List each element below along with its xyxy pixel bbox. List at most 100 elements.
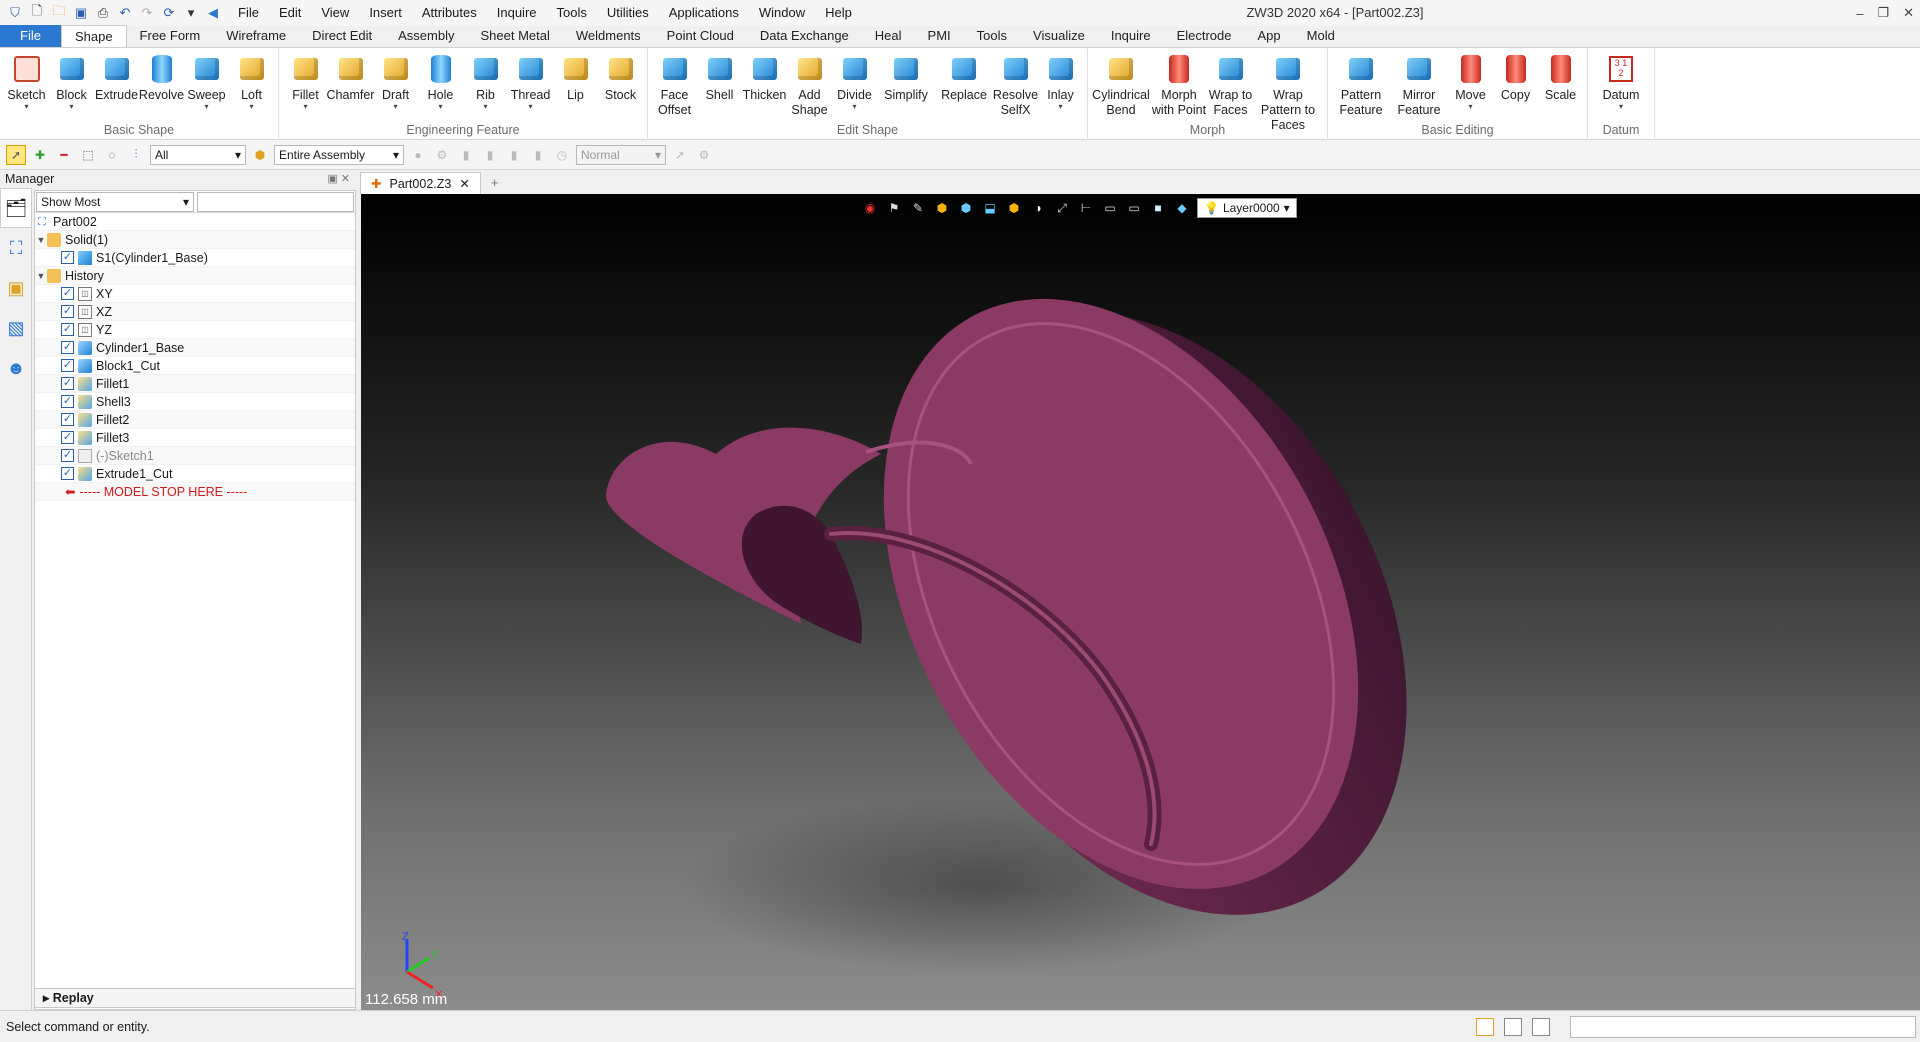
tree-item-cylinder1-base[interactable]: ✓ Cylinder1_Base [35,339,355,357]
tab-app[interactable]: App [1245,25,1294,47]
tab-inquire[interactable]: Inquire [1098,25,1164,47]
menu-window[interactable]: Window [749,0,815,26]
new-tab-icon[interactable]: + [481,172,509,194]
menu-attributes[interactable]: Attributes [412,0,487,26]
collapse-icon[interactable]: ▼ [35,231,47,249]
collapse-icon[interactable]: ▼ [35,267,47,285]
tree-item-sketch1[interactable]: ✓ (-)Sketch1 [35,447,355,465]
show-filter-dropdown[interactable]: Show Most ▾ [36,192,194,212]
visibility-checkbox[interactable]: ✓ [61,287,74,300]
tree-item-shell3[interactable]: ✓ Shell3 [35,393,355,411]
menu-file[interactable]: File [228,0,269,26]
disabled-tool-icon[interactable]: ● [408,145,428,165]
disabled-tool-icon[interactable]: ▮ [504,145,524,165]
visual-manager-icon[interactable]: ▧ [0,308,32,348]
tab-shape[interactable]: Shape [60,25,127,47]
scope-dropdown[interactable]: Entire Assembly ▾ [274,144,404,165]
tab-pmi[interactable]: PMI [915,25,964,47]
save-icon[interactable]: ▣ [72,4,90,22]
restore-icon[interactable]: ❐ [1877,5,1889,21]
redo-icon[interactable]: ↷ [138,4,156,22]
part-model[interactable] [361,194,1920,1010]
back-arrow-icon[interactable]: ◀ [204,4,222,22]
tab-direct-edit[interactable]: Direct Edit [299,25,385,47]
menu-tools[interactable]: Tools [547,0,597,26]
tree-root[interactable]: ⛶ Part002 [35,213,355,231]
visibility-checkbox[interactable]: ✓ [61,467,74,480]
tree-item-xz[interactable]: ✓ ◫ XZ [35,303,355,321]
visibility-checkbox[interactable]: ✓ [61,323,74,336]
refresh-icon[interactable]: ⟳ [160,4,178,22]
remove-icon[interactable]: ━ [54,145,74,165]
menu-view[interactable]: View [311,0,359,26]
visibility-checkbox[interactable]: ✓ [61,359,74,372]
minimize-icon[interactable]: – [1856,6,1863,21]
disabled-tool-icon[interactable]: ▮ [456,145,476,165]
menu-insert[interactable]: Insert [359,0,412,26]
tree-search-input[interactable] [197,192,354,212]
doc-tab-part002[interactable]: ✚ Part002.Z3 ✕ [360,172,481,194]
tree-item-fillet2[interactable]: ✓ Fillet2 [35,411,355,429]
pick-arrow-icon[interactable]: ➚ [6,144,26,165]
tab-point-cloud[interactable]: Point Cloud [654,25,747,47]
assembly-scope-icon[interactable]: ⬢ [250,145,270,165]
user-icon[interactable]: ☻ [0,348,32,388]
3d-viewport[interactable]: ◉ ⚑ ✎ ⬢ ⬢ ⬓ ⬢ ◑ ⤢ ⊢ ▭ ▭ ■ ◆ 💡 Layer0000 ▾ [361,194,1920,1010]
select-box-icon[interactable]: ⬚ [78,145,98,165]
visibility-checkbox[interactable]: ✓ [61,377,74,390]
tab-electrode[interactable]: Electrode [1164,25,1245,47]
disabled-tool-icon[interactable]: ➚ [670,145,690,165]
visibility-checkbox[interactable]: ✓ [61,305,74,318]
menu-help[interactable]: Help [815,0,862,26]
tree-item-fillet1[interactable]: ✓ Fillet1 [35,375,355,393]
lasso-icon[interactable]: ◌ [102,145,122,165]
manager-pin-close[interactable]: ▣ ✕ [327,170,350,188]
tab-mold[interactable]: Mold [1294,25,1348,47]
new-file-icon[interactable]: 🗋 [28,3,46,22]
customize-dropdown-icon[interactable]: ▾ [182,4,200,22]
visibility-checkbox[interactable]: ✓ [61,413,74,426]
tree-item-yz[interactable]: ✓ ◫ YZ [35,321,355,339]
command-input[interactable] [1570,1016,1916,1038]
tree-item-fillet3[interactable]: ✓ Fillet3 [35,429,355,447]
print-icon[interactable]: ⎙ [94,4,112,22]
display-mode-dropdown[interactable]: Normal ▾ [576,144,666,165]
tree-folder-solid[interactable]: ▼ Solid(1) [35,231,355,249]
history-manager-icon[interactable]: 🗂 [0,188,32,228]
tree-item-extrude1-cut[interactable]: ✓ Extrude1_Cut [35,465,355,483]
tree-folder-history[interactable]: ▼ History [35,267,355,285]
tree-item-xy[interactable]: ✓ ◫ XY [35,285,355,303]
disabled-tool-icon[interactable]: ⚙ [432,145,452,165]
screen-icon[interactable] [1504,1018,1522,1036]
visibility-checkbox[interactable]: ✓ [61,395,74,408]
filter-icon[interactable]: ⫶ [126,145,146,165]
tab-data-exchange[interactable]: Data Exchange [747,25,862,47]
close-tab-icon[interactable]: ✕ [459,173,469,194]
open-folder-icon[interactable]: 🗀 [50,3,68,22]
visibility-checkbox[interactable]: ✓ [61,341,74,354]
list-icon[interactable] [1532,1018,1550,1036]
menu-edit[interactable]: Edit [269,0,311,26]
tab-file[interactable]: File [0,25,61,47]
undo-icon[interactable]: ↶ [116,4,134,22]
disabled-tool-icon[interactable]: ▮ [480,145,500,165]
assembly-manager-icon[interactable]: ⛶ [0,228,32,268]
menu-inquire[interactable]: Inquire [487,0,547,26]
visibility-checkbox[interactable]: ✓ [61,449,74,462]
tab-tools[interactable]: Tools [964,25,1020,47]
menu-utilities[interactable]: Utilities [597,0,659,26]
tab-visualize[interactable]: Visualize [1020,25,1098,47]
disabled-tool-icon[interactable]: ◷ [552,145,572,165]
tab-heal[interactable]: Heal [862,25,915,47]
menu-applications[interactable]: Applications [659,0,749,26]
tab-weldments[interactable]: Weldments [563,25,654,47]
close-icon[interactable]: ✕ [1903,5,1914,21]
disabled-tool-icon[interactable]: ⚙ [694,145,714,165]
tree-item-solid[interactable]: ✓ S1(Cylinder1_Base) [35,249,355,267]
visibility-checkbox[interactable]: ✓ [61,431,74,444]
visibility-checkbox[interactable]: ✓ [61,251,74,264]
tree-item-block1-cut[interactable]: ✓ Block1_Cut [35,357,355,375]
tab-wireframe[interactable]: Wireframe [213,25,299,47]
app-logo-icon[interactable]: ⛉ [6,4,24,22]
layout-icon[interactable] [1476,1018,1494,1036]
